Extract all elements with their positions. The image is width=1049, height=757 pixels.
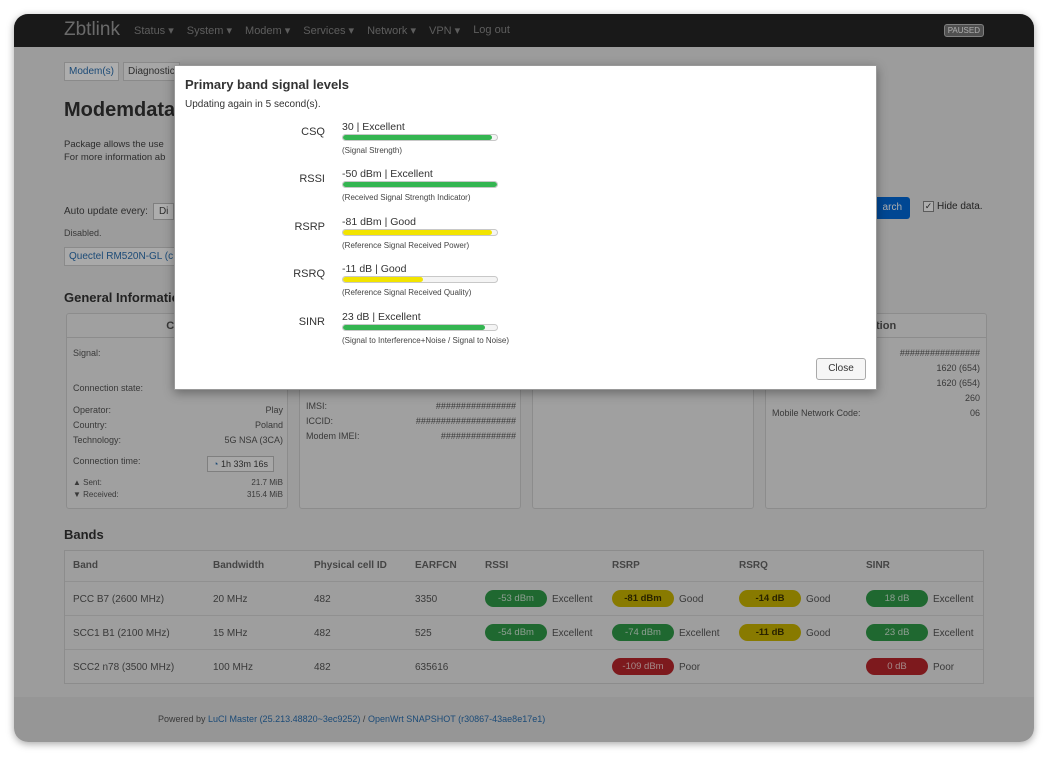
signal-bar-fill xyxy=(343,182,497,187)
signal-row-rsrp: RSRP -81 dBm | Good (Reference Signal Re… xyxy=(175,216,876,256)
signal-bar xyxy=(342,276,498,283)
signal-value: 23 dB | Excellent xyxy=(342,311,421,323)
signal-label: RSRQ xyxy=(293,268,325,280)
signal-value: 30 | Excellent xyxy=(342,121,405,133)
signal-description: (Reference Signal Received Power) xyxy=(342,241,470,250)
signal-row-rssi: RSSI -50 dBm | Excellent (Received Signa… xyxy=(175,168,876,208)
signal-value: -81 dBm | Good xyxy=(342,216,416,228)
update-countdown: Updating again in 5 second(s). xyxy=(185,99,321,110)
signal-bar xyxy=(342,181,498,188)
signal-value: -11 dB | Good xyxy=(342,263,407,275)
signal-bar-fill xyxy=(343,135,493,140)
signal-label: RSRP xyxy=(294,221,325,233)
signal-bar xyxy=(342,134,498,141)
signal-row-csq: CSQ 30 | Excellent (Signal Strength) xyxy=(175,121,876,161)
signal-label: CSQ xyxy=(301,126,325,138)
signal-description: (Reference Signal Received Quality) xyxy=(342,288,472,297)
signal-bar xyxy=(342,324,498,331)
signal-bar-fill xyxy=(343,230,493,235)
signal-description: (Signal Strength) xyxy=(342,146,403,155)
signal-description: (Signal to Interference+Noise / Signal t… xyxy=(342,336,509,345)
signal-description: (Received Signal Strength Indicator) xyxy=(342,193,471,202)
signal-row-sinr: SINR 23 dB | Excellent (Signal to Interf… xyxy=(175,311,876,351)
signal-bar-fill xyxy=(343,325,485,330)
signal-bar xyxy=(342,229,498,236)
signal-label: RSSI xyxy=(299,173,325,185)
signal-label: SINR xyxy=(298,316,325,328)
signal-levels-dialog: Primary band signal levels Updating agai… xyxy=(174,65,877,390)
dialog-title: Primary band signal levels xyxy=(185,77,350,92)
signal-row-rsrq: RSRQ -11 dB | Good (Reference Signal Rec… xyxy=(175,263,876,303)
close-button[interactable]: Close xyxy=(816,358,866,380)
signal-value: -50 dBm | Excellent xyxy=(342,168,433,180)
signal-bar-fill xyxy=(343,277,424,282)
